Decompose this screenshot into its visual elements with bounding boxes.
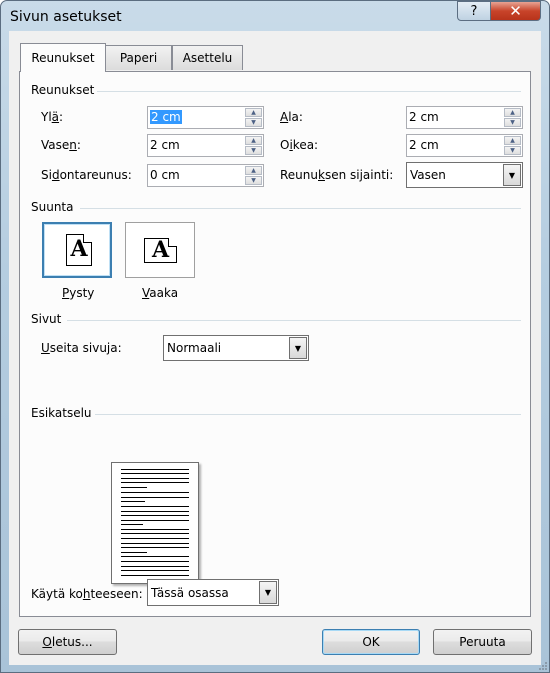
bottom-margin-spinner[interactable]: 2 cm ▲ ▼ <box>406 106 523 129</box>
cancel-label: Peruuta <box>459 635 506 649</box>
cancel-button[interactable]: Peruuta <box>433 629 532 655</box>
chevron-down-icon[interactable]: ▼ <box>503 164 521 186</box>
multiple-pages-value: Normaali <box>167 341 222 355</box>
spin-down-icon[interactable]: ▼ <box>504 146 521 155</box>
chevron-down-icon[interactable]: ▼ <box>259 581 277 604</box>
gutter-position-value: Vasen <box>410 168 446 182</box>
portrait-label[interactable]: Pysty <box>62 286 94 300</box>
portrait-page-icon: A <box>66 234 92 266</box>
tab-layout[interactable]: Asettelu <box>172 45 243 70</box>
close-icon: ✕ <box>509 2 522 20</box>
tab-label: Asettelu <box>182 51 233 65</box>
right-margin-value[interactable]: 2 cm <box>409 138 439 152</box>
spin-up-icon[interactable]: ▲ <box>504 108 521 117</box>
close-button[interactable]: ✕ <box>490 1 541 21</box>
tab-margins[interactable]: Reunukset <box>20 43 106 72</box>
spin-up-icon[interactable]: ▲ <box>245 136 262 145</box>
multiple-pages-label: Useita sivuja: <box>41 341 122 355</box>
left-margin-value[interactable]: 2 cm <box>150 138 180 152</box>
gutter-value[interactable]: 0 cm <box>150 168 180 182</box>
multiple-pages-select[interactable]: Normaali ▼ <box>163 335 309 361</box>
spin-down-icon[interactable]: ▼ <box>245 176 262 185</box>
section-title-margins: Reunukset <box>31 83 95 97</box>
landscape-option[interactable]: A <box>125 222 195 278</box>
gutter-position-select[interactable]: Vasen ▼ <box>406 162 523 188</box>
right-margin-spinner[interactable]: 2 cm ▲ ▼ <box>406 134 523 157</box>
spin-down-icon[interactable]: ▼ <box>245 146 262 155</box>
section-title-orientation: Suunta <box>31 200 74 214</box>
spin-up-icon[interactable]: ▲ <box>245 108 262 117</box>
left-margin-label: Vasen: <box>41 138 81 152</box>
dialog-client-area: Reunukset Paperi Asettelu Reunukset Ylä:… <box>9 31 541 665</box>
landscape-page-icon: A <box>144 238 177 263</box>
resize-grip-icon[interactable] <box>537 660 547 670</box>
portrait-option[interactable]: A <box>42 222 112 278</box>
tab-label: Paperi <box>119 51 158 65</box>
gutter-position-label: Reunuksen sijainti: <box>280 168 394 182</box>
landscape-label[interactable]: Vaaka <box>142 286 178 300</box>
bottom-margin-label: Ala: <box>280 110 303 124</box>
apply-to-label: Käytä kohteeseen: <box>31 587 143 601</box>
ok-button[interactable]: OK <box>322 629 420 655</box>
divider <box>67 320 521 321</box>
right-margin-label: Oikea: <box>280 138 319 152</box>
margins-panel: Reunukset Ylä: 2 cm ▲ ▼ Ala: 2 cm ▲ ▼ Vase… <box>19 71 531 617</box>
set-as-default-button[interactable]: Oletus... <box>18 629 117 655</box>
gutter-label: Sidontareunus: <box>41 168 132 182</box>
divider <box>95 414 521 415</box>
spin-down-icon[interactable]: ▼ <box>504 118 521 127</box>
dialog-title: Sivun asetukset <box>10 9 122 25</box>
tab-paper[interactable]: Paperi <box>105 45 172 70</box>
gutter-spinner[interactable]: 0 cm ▲ ▼ <box>147 164 264 187</box>
chevron-down-icon[interactable]: ▼ <box>289 337 307 359</box>
help-icon: ? <box>470 3 478 19</box>
bottom-margin-value[interactable]: 2 cm <box>409 110 439 124</box>
title-bar[interactable]: Sivun asetukset ? ✕ <box>1 1 549 31</box>
page-preview <box>111 462 199 584</box>
ok-label: OK <box>362 635 380 649</box>
top-margin-label: Ylä: <box>41 110 64 124</box>
apply-to-select[interactable]: Tässä osassa ▼ <box>147 579 279 606</box>
spin-up-icon[interactable]: ▲ <box>504 136 521 145</box>
page-setup-dialog: Sivun asetukset ? ✕ Reunukset Paperi Ase… <box>0 0 550 673</box>
left-margin-spinner[interactable]: 2 cm ▲ ▼ <box>147 134 264 157</box>
apply-to-value: Tässä osassa <box>151 586 229 600</box>
tab-label: Reunukset <box>31 51 95 65</box>
divider <box>80 208 521 209</box>
spin-down-icon[interactable]: ▼ <box>245 118 262 127</box>
spin-up-icon[interactable]: ▲ <box>245 166 262 175</box>
section-title-pages: Sivut <box>31 312 62 326</box>
section-title-preview: Esikatselu <box>31 406 92 420</box>
top-margin-value[interactable]: 2 cm <box>150 110 182 124</box>
top-margin-spinner[interactable]: 2 cm ▲ ▼ <box>147 106 264 129</box>
help-button[interactable]: ? <box>457 1 491 21</box>
divider <box>97 91 521 92</box>
